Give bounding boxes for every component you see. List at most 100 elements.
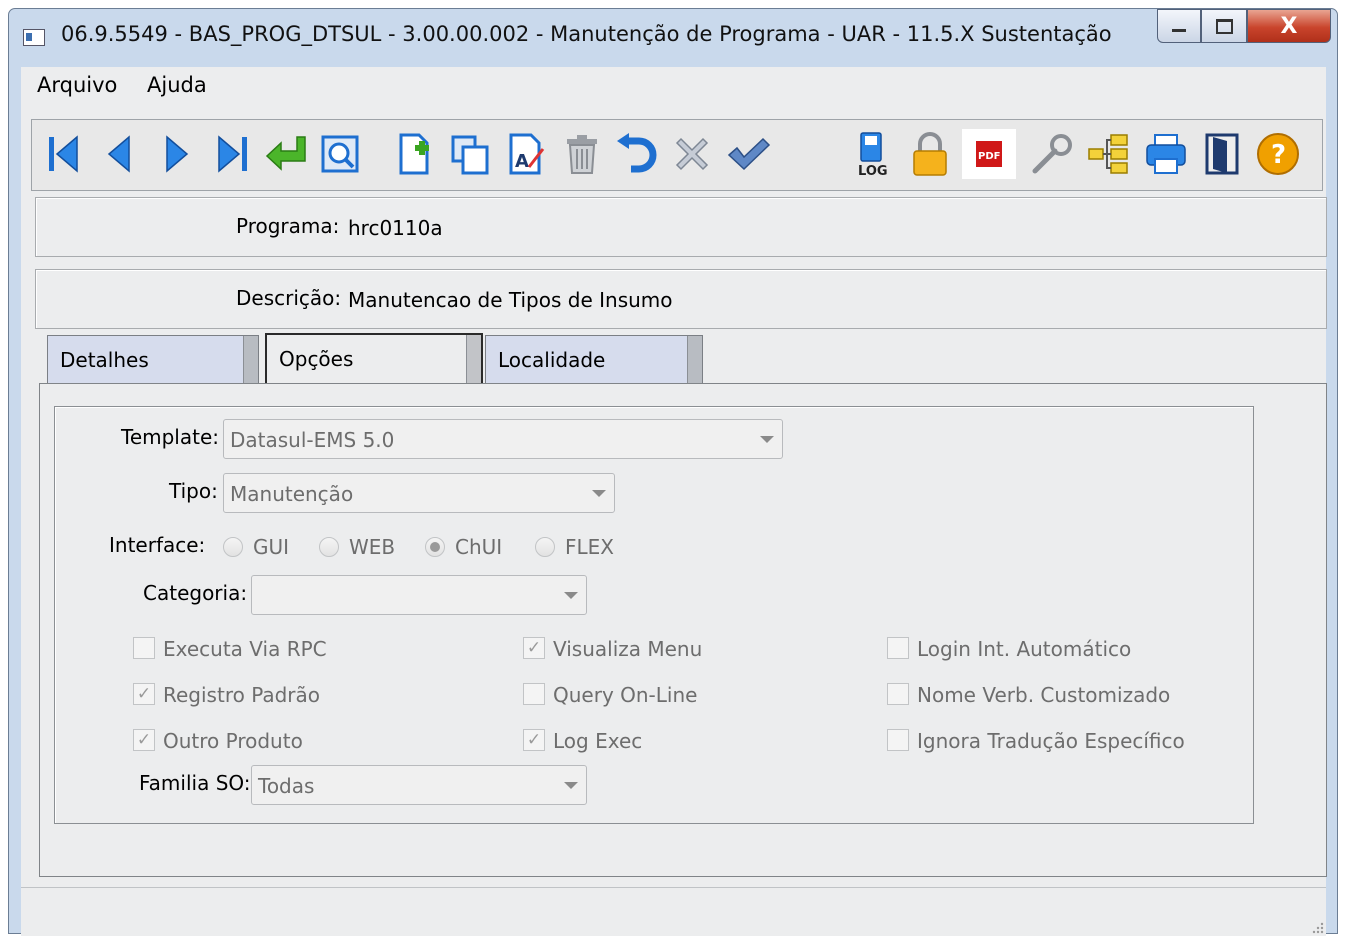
radio-gui[interactable] (223, 537, 243, 557)
checkbox-nome-verb-customizado[interactable] (887, 683, 909, 705)
checkbox-login-int-automatico[interactable] (887, 637, 909, 659)
confirm-button[interactable] (724, 129, 772, 179)
checkbox-visualiza-menu[interactable]: ✓ (523, 637, 545, 659)
undo-button[interactable] (612, 129, 660, 179)
last-record-icon (218, 135, 247, 173)
radio-gui-label: GUI (253, 535, 290, 559)
menu-ajuda[interactable]: Ajuda (147, 73, 207, 97)
close-button[interactable]: X (1247, 9, 1331, 43)
lock-button[interactable] (906, 129, 954, 179)
last-record-button[interactable] (208, 129, 256, 179)
tab-opcoes[interactable]: Opções (265, 333, 483, 385)
menu-bar: Arquivo Ajuda (21, 67, 1326, 105)
familia-so-select[interactable]: Todas (251, 765, 587, 805)
tab-detalhes[interactable]: Detalhes (47, 335, 259, 383)
print-button[interactable] (1142, 129, 1190, 179)
descricao-value: Manutencao de Tipos de Insumo (348, 288, 673, 312)
categoria-select[interactable] (251, 575, 587, 615)
checkbox-visualiza-menu-label: Visualiza Menu (553, 637, 703, 661)
exit-icon (1205, 133, 1239, 175)
radio-flex[interactable] (535, 537, 555, 557)
radio-chui[interactable] (425, 537, 445, 557)
cancel-button[interactable] (668, 129, 716, 179)
svg-text:LOG: LOG (858, 164, 888, 177)
checkbox-ignora-traducao-especifico[interactable] (887, 729, 909, 751)
new-document-button[interactable] (390, 129, 438, 179)
log-button[interactable]: LOG (848, 129, 896, 179)
lock-icon (913, 132, 947, 176)
tipo-label: Tipo: (169, 479, 218, 503)
close-icon: X (1280, 13, 1298, 39)
minimize-button[interactable] (1157, 9, 1201, 43)
maximize-button[interactable] (1201, 9, 1247, 43)
go-to-button[interactable] (262, 129, 310, 179)
checkbox-nome-verb-customizado-label: Nome Verb. Customizado (917, 683, 1171, 707)
chevron-down-icon (760, 436, 774, 443)
help-button[interactable]: ? (1254, 129, 1302, 179)
programa-panel: Programa: hrc0110a (35, 197, 1327, 257)
checkbox-outro-produto[interactable]: ✓ (133, 729, 155, 751)
print-icon (1146, 134, 1186, 174)
pdf-button[interactable]: PDF (962, 129, 1016, 179)
tab-opcoes-label: Opções (279, 347, 354, 371)
copy-button[interactable] (446, 129, 494, 179)
interface-label: Interface: (109, 533, 206, 557)
log-icon: LOG (858, 132, 888, 177)
checkbox-registro-padrao-label: Registro Padrão (163, 683, 321, 707)
tipo-value: Manutenção (230, 482, 354, 506)
descricao-panel: Descrição: Manutencao de Tipos de Insumo (35, 269, 1327, 329)
first-record-button[interactable] (40, 129, 88, 179)
tipo-select[interactable]: Manutenção (223, 473, 615, 513)
menu-arquivo[interactable]: Arquivo (37, 73, 117, 97)
radio-web-label: WEB (349, 535, 396, 559)
checkbox-executa-via-rpc-label: Executa Via RPC (163, 637, 327, 661)
options-frame: Template: Datasul-EMS 5.0 Tipo: Manutenç… (54, 406, 1254, 824)
search-button[interactable] (316, 129, 364, 179)
new-document-icon (399, 133, 429, 175)
next-record-button[interactable] (152, 129, 200, 179)
checkbox-query-on-line[interactable] (523, 683, 545, 705)
go-to-icon (265, 136, 306, 171)
exit-button[interactable] (1198, 129, 1246, 179)
chevron-down-icon (564, 782, 578, 789)
radio-chui-label: ChUI (455, 535, 503, 559)
title-bar[interactable]: 06.9.5549 - BAS_PROG_DTSUL - 3.00.00.002… (9, 9, 1337, 65)
radio-flex-label: FLEX (565, 535, 614, 559)
checkbox-registro-padrao[interactable]: ✓ (133, 683, 155, 705)
checkbox-login-int-automatico-label: Login Int. Automático (917, 637, 1132, 661)
delete-icon (567, 135, 597, 174)
edit-icon: A (509, 133, 545, 175)
copy-icon (451, 135, 489, 175)
familia-so-label: Familia SO: (139, 771, 251, 795)
edit-button[interactable]: A (502, 129, 550, 179)
program-window: 06.9.5549 - BAS_PROG_DTSUL - 3.00.00.002… (8, 8, 1338, 936)
structure-button[interactable] (1084, 129, 1132, 179)
svg-text:A: A (515, 151, 529, 172)
checkbox-ignora-traducao-especifico-label: Ignora Tradução Específico (917, 729, 1185, 753)
previous-record-icon (107, 135, 130, 173)
descricao-label: Descrição: (236, 286, 342, 310)
undo-icon (617, 133, 657, 173)
chevron-down-icon (564, 592, 578, 599)
minimize-icon (1172, 28, 1186, 32)
categoria-label: Categoria: (143, 581, 248, 605)
app-icon (23, 29, 45, 46)
status-bar (21, 887, 1326, 936)
familia-so-value: Todas (258, 774, 315, 798)
resize-grip-icon[interactable] (1310, 920, 1324, 934)
checkbox-log-exec-label: Log Exec (553, 729, 643, 753)
radio-web[interactable] (319, 537, 339, 557)
checkbox-executa-via-rpc[interactable] (133, 637, 155, 659)
chevron-down-icon (592, 490, 606, 497)
delete-button[interactable] (558, 129, 606, 179)
settings-button[interactable] (1028, 129, 1076, 179)
previous-record-button[interactable] (96, 129, 144, 179)
pdf-icon: PDF (976, 141, 1002, 167)
svg-text:?: ? (1271, 140, 1286, 170)
checkbox-log-exec[interactable]: ✓ (523, 729, 545, 751)
programa-value: hrc0110a (348, 216, 443, 240)
tab-localidade[interactable]: Localidade (485, 335, 703, 383)
template-select[interactable]: Datasul-EMS 5.0 (223, 419, 783, 459)
template-value: Datasul-EMS 5.0 (230, 428, 395, 452)
tab-content-opcoes: Template: Datasul-EMS 5.0 Tipo: Manutenç… (39, 383, 1327, 877)
